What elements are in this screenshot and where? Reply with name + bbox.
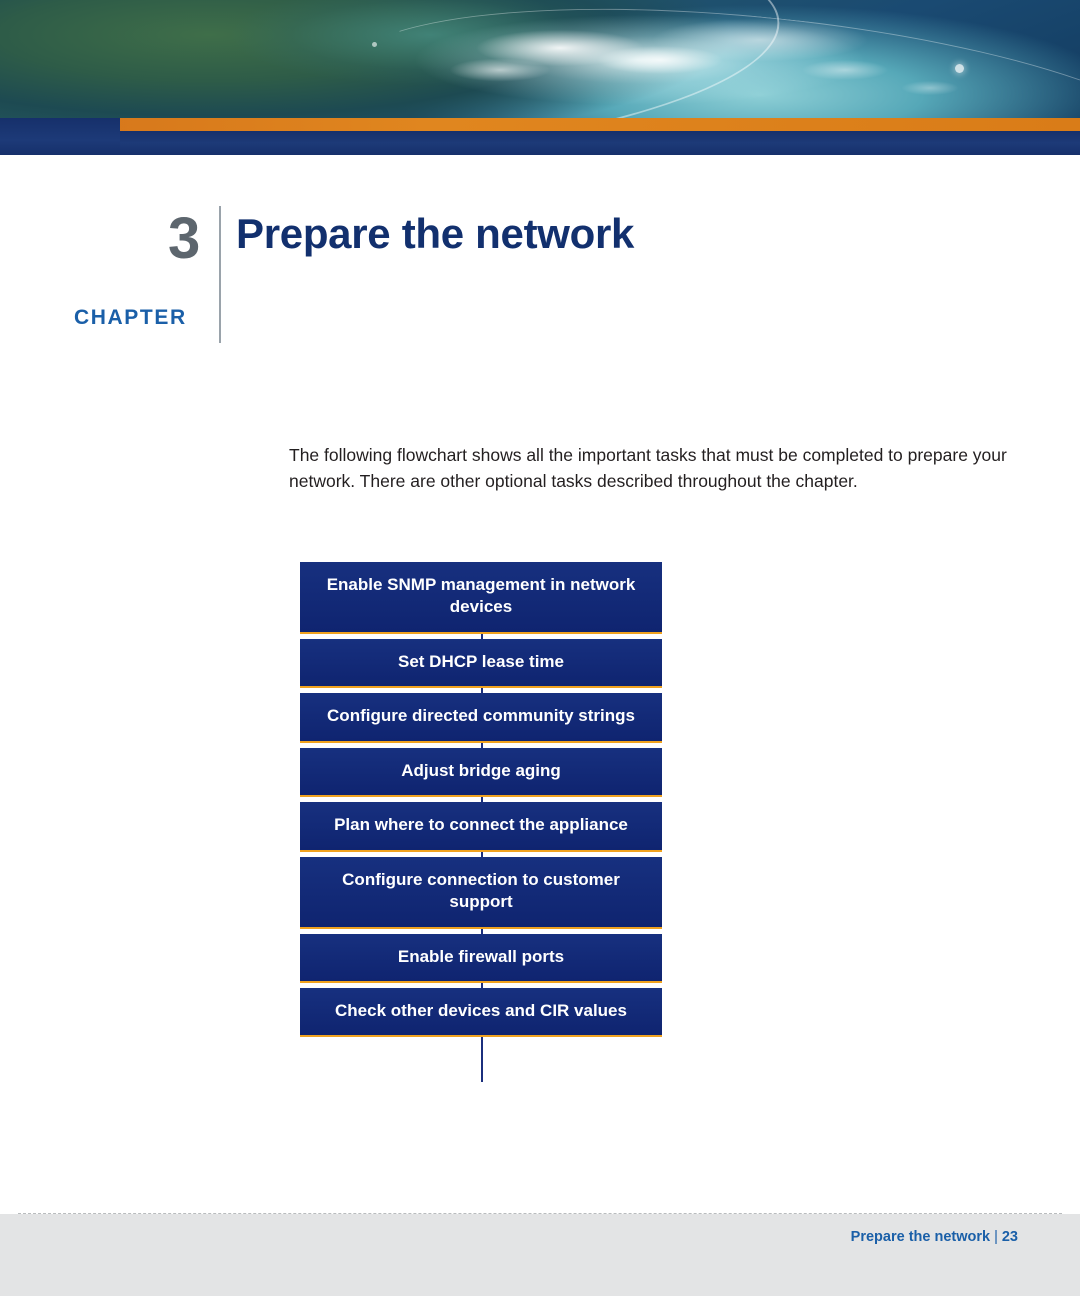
footer-band [0,1214,1080,1296]
chapter-label: CHAPTER [74,306,187,329]
chapter-heading: CHAPTER 3 Prepare the network [0,196,1080,346]
flowchart-step: Check other devices and CIR values [300,987,662,1038]
page-number: 23 [1001,1229,1018,1245]
flowchart: Enable SNMP management in network device… [300,562,662,1042]
flowchart-step: Enable firewall ports [300,933,662,983]
flowchart-step: Adjust bridge aging [300,747,662,798]
flowchart-step: Configure directed community strings [300,693,662,743]
chapter-number: 3 [168,206,201,271]
intro-paragraph: The following flowchart shows all the im… [289,444,1007,492]
chapter-divider [219,206,221,343]
footer-title: Prepare the network [850,1229,991,1245]
footer-separator: | [994,1229,998,1245]
page-banner [0,0,1080,155]
light-dot-icon [955,64,964,73]
footer-divider [18,1213,1062,1214]
flowchart-step: Configure connection to customer support [300,856,662,929]
navy-rule [0,131,1080,155]
flowchart-step: Enable SNMP management in network device… [300,562,662,634]
navy-rule-left-block [0,118,120,155]
footer: Prepare the network | 23 [851,1229,1018,1245]
flowchart-step: Set DHCP lease time [300,638,662,689]
flowchart-step: Plan where to connect the appliance [300,802,662,852]
page-title: Prepare the network [236,210,635,257]
light-dot-small-icon [372,42,377,47]
